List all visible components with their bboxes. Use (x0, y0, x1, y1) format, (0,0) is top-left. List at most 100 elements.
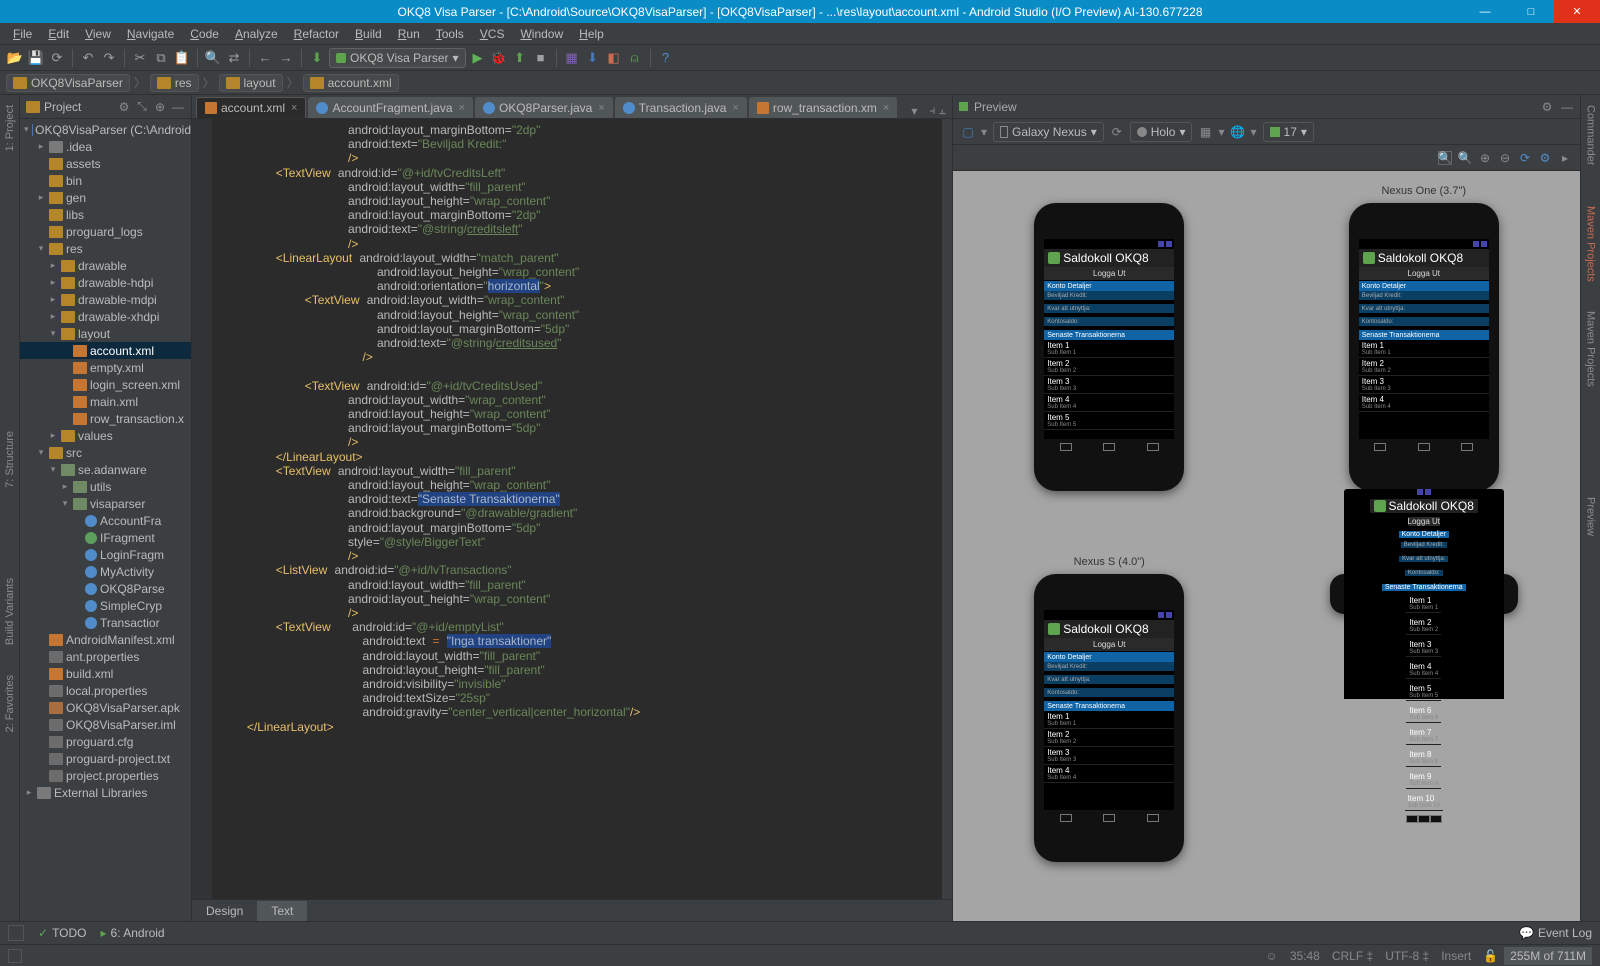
close-tab-icon[interactable]: × (732, 102, 738, 114)
editor-tab[interactable]: OKQ8Parser.java× (475, 97, 613, 118)
close-button[interactable]: ✕ (1554, 0, 1600, 23)
design-tab[interactable]: Design (192, 901, 257, 921)
open-icon[interactable]: 📂 (6, 49, 24, 67)
orientation-icon[interactable]: ⟳ (1110, 125, 1124, 139)
tree-node[interactable]: LoginFragm (20, 546, 191, 563)
menu-tools[interactable]: Tools (429, 25, 471, 43)
locale-icon[interactable]: 🌐 (1231, 125, 1245, 139)
menu-code[interactable]: Code (183, 25, 226, 43)
tree-node[interactable]: OKQ8VisaParser.apk (20, 699, 191, 716)
project-tree[interactable]: ▾OKQ8VisaParser (C:\Android▸.ideaassetsb… (20, 119, 191, 921)
menu-build[interactable]: Build (348, 25, 389, 43)
toolwin-toggle[interactable] (8, 949, 22, 963)
tree-node[interactable]: ▸gen (20, 189, 191, 206)
split-icon[interactable]: ⫞ ⫠ (929, 103, 946, 118)
menu-refactor[interactable]: Refactor (287, 25, 346, 43)
tree-node[interactable]: account.xml (20, 342, 191, 359)
close-tab-icon[interactable]: × (883, 102, 889, 114)
tree-node[interactable]: proguard.cfg (20, 733, 191, 750)
line-sep[interactable]: CRLF ‡ (1332, 949, 1373, 963)
tree-node[interactable]: AndroidManifest.xml (20, 631, 191, 648)
expand-arrow[interactable]: ▸ (36, 141, 46, 152)
zoom-fit-icon[interactable]: 🔍 (1458, 151, 1472, 165)
sdk-icon[interactable]: ⬇ (584, 49, 602, 67)
breadcrumb-item[interactable]: layout (219, 74, 283, 92)
expand-arrow[interactable]: ▾ (36, 447, 46, 458)
tree-node[interactable]: proguard_logs (20, 223, 191, 240)
avd-icon[interactable]: ▦ (563, 49, 581, 67)
menu-edit[interactable]: Edit (41, 25, 76, 43)
menu-analyze[interactable]: Analyze (228, 25, 285, 43)
expand-arrow[interactable]: ▸ (60, 481, 70, 492)
menu-window[interactable]: Window (513, 25, 570, 43)
tree-node[interactable]: SimpleCryp (20, 597, 191, 614)
monitor-icon[interactable]: ◧ (605, 49, 623, 67)
expand-arrow[interactable]: ▸ (48, 430, 58, 441)
tree-node[interactable]: empty.xml (20, 359, 191, 376)
menu-vcs[interactable]: VCS (473, 25, 512, 43)
tool-favorites[interactable]: 2: Favorites (4, 675, 16, 732)
tree-node[interactable]: proguard-project.txt (20, 750, 191, 767)
gear-icon[interactable]: ⚙ (1540, 100, 1554, 114)
encoding[interactable]: UTF-8 ‡ (1385, 949, 1429, 963)
tool-preview[interactable]: Preview (1585, 497, 1597, 536)
minimize-button[interactable]: — (1462, 0, 1508, 23)
save-icon[interactable]: 💾 (27, 49, 45, 67)
tree-node[interactable]: ▾src (20, 444, 191, 461)
tree-node[interactable]: MyActivity (20, 563, 191, 580)
tree-node[interactable]: AccountFra (20, 512, 191, 529)
breadcrumb-item[interactable]: res (150, 74, 199, 92)
memory[interactable]: 255M of 711M (1504, 947, 1592, 965)
debug-button[interactable]: 🐞 (490, 49, 508, 67)
expand-arrow[interactable]: ▾ (48, 464, 58, 475)
expand-arrow[interactable]: ▸ (24, 787, 34, 798)
tool-maven-lbl[interactable]: Maven Projects (1585, 311, 1597, 387)
zoom-in-icon[interactable]: ⊕ (1478, 151, 1492, 165)
tree-node[interactable]: ▾res (20, 240, 191, 257)
tree-node[interactable]: OKQ8VisaParser.iml (20, 716, 191, 733)
make-icon[interactable]: ⬇ (308, 49, 326, 67)
toolwin-icon[interactable] (8, 925, 24, 941)
find-icon[interactable]: 🔍 (204, 49, 222, 67)
tree-node[interactable]: Transactior (20, 614, 191, 631)
tool-build-variants[interactable]: Build Variants (4, 578, 16, 645)
hide-icon[interactable]: — (1560, 100, 1574, 114)
bottom-tool-android[interactable]: ▸6: Android (101, 926, 165, 940)
maximize-button[interactable]: □ (1508, 0, 1554, 23)
rotate-icon[interactable]: ▢ (961, 125, 975, 139)
lock-icon[interactable]: 🔓 (1483, 949, 1498, 963)
scroll-icon[interactable]: ⊕ (153, 100, 167, 114)
expand-arrow[interactable]: ▸ (48, 277, 58, 288)
tree-node[interactable]: ▸.idea (20, 138, 191, 155)
tree-node[interactable]: ▸drawable-xhdpi (20, 308, 191, 325)
tree-node[interactable]: login_screen.xml (20, 376, 191, 393)
expand-arrow[interactable]: ▾ (24, 124, 29, 135)
expand-arrow[interactable]: ▾ (60, 498, 70, 509)
caret-pos[interactable]: 35:48 (1290, 949, 1320, 963)
collapse-icon[interactable]: ⤡ (135, 100, 149, 114)
tree-node[interactable]: local.properties (20, 682, 191, 699)
tree-node[interactable]: ▾se.adanware (20, 461, 191, 478)
tree-node[interactable]: main.xml (20, 393, 191, 410)
paste-icon[interactable]: 📋 (173, 49, 191, 67)
tree-node[interactable]: ant.properties (20, 648, 191, 665)
expand-arrow[interactable]: ▾ (36, 243, 46, 254)
zoom-out-icon[interactable]: ⊖ (1498, 151, 1512, 165)
copy-icon[interactable]: ⧉ (152, 49, 170, 67)
menu-run[interactable]: Run (391, 25, 427, 43)
run-config-select[interactable]: OKQ8 Visa Parser ▾ (329, 48, 466, 68)
api-select[interactable]: 17▾ (1263, 122, 1314, 142)
expand-arrow[interactable]: ▸ (48, 294, 58, 305)
forward-icon[interactable]: → (277, 49, 295, 67)
android-robot-icon[interactable]: ⍝ (626, 49, 644, 67)
tab-list-icon[interactable]: ▾ (907, 104, 921, 118)
stop-icon[interactable]: ■ (532, 49, 550, 67)
activity-icon[interactable]: ▦ (1198, 125, 1212, 139)
menu-help[interactable]: Help (572, 25, 611, 43)
tool-structure[interactable]: 7: Structure (4, 431, 16, 488)
breadcrumb-item[interactable]: OKQ8VisaParser (6, 74, 130, 92)
tree-node[interactable]: ▾visaparser (20, 495, 191, 512)
hide-icon[interactable]: — (171, 100, 185, 114)
attach-icon[interactable]: ⬆ (511, 49, 529, 67)
tool-maven[interactable]: Maven Projects (1585, 206, 1597, 282)
